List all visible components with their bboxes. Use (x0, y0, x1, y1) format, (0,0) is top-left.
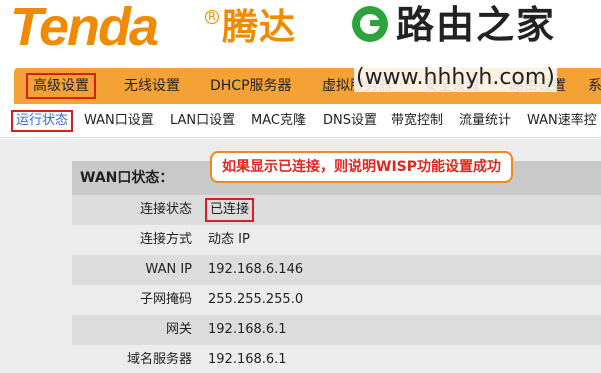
sub-nav-bandwidth-control[interactable]: 带宽控制 (391, 104, 443, 138)
tenda-logo-cn: 腾达 (222, 6, 297, 48)
row-label: WAN IP (145, 262, 192, 277)
row-value: 192.168.6.1 (208, 352, 287, 367)
row-value: 255.255.255.0 (208, 292, 304, 307)
status-row-subnet-mask: 子网掩码 255.255.255.0 (72, 285, 601, 315)
row-value: 192.168.6.146 (208, 262, 304, 277)
sub-nav-wan-rate-control[interactable]: WAN速率控 (527, 104, 597, 138)
top-nav-dhcp-server[interactable]: DHCP服务器 (210, 68, 292, 104)
watermark-title: 路由之家 (396, 3, 557, 47)
wan-status-panel: WAN口状态： 连接状态 已连接 连接方式 动态 IP WAN IP 192.1… (72, 161, 601, 373)
sub-nav-running-status[interactable]: 运行状态 (11, 110, 74, 132)
top-nav-wireless-settings[interactable]: 无线设置 (124, 68, 180, 104)
top-nav-advanced-settings[interactable]: 高级设置 (26, 73, 96, 99)
top-nav-system-tools[interactable]: 系 (588, 68, 601, 104)
status-row-wan-ip: WAN IP 192.168.6.146 (72, 255, 601, 285)
tenda-logo: Tenda (10, 0, 159, 57)
watermark-url: (www.hhhyh.com) (354, 64, 557, 92)
row-value: 动态 IP (208, 232, 250, 247)
registered-mark: R (205, 10, 219, 24)
row-label: 子网掩码 (139, 292, 192, 307)
sub-nav-wan-settings[interactable]: WAN口设置 (84, 104, 154, 138)
status-row-connection-status: 连接状态 已连接 (72, 195, 601, 225)
row-label: 网关 (165, 322, 192, 337)
status-row-dns-server: 域名服务器 192.168.6.1 (72, 345, 601, 373)
row-label: 域名服务器 (126, 352, 192, 367)
sub-nav: 运行状态 WAN口设置 LAN口设置 MAC克隆 DNS设置 带宽控制 流量统计… (0, 104, 601, 138)
watermark-logo-icon (352, 6, 388, 42)
row-label: 连接状态 (139, 202, 192, 217)
annotation-callout: 如果显示已连接，则说明WISP功能设置成功 (210, 151, 513, 183)
row-value: 已连接 (205, 198, 255, 222)
status-row-connection-type: 连接方式 动态 IP (72, 225, 601, 255)
sub-nav-mac-clone[interactable]: MAC克隆 (251, 104, 306, 138)
sub-nav-traffic-stats[interactable]: 流量统计 (459, 104, 511, 138)
sub-nav-lan-settings[interactable]: LAN口设置 (170, 104, 235, 138)
header: Tenda R 腾达 路由之家 (0, 0, 601, 62)
row-value: 192.168.6.1 (208, 322, 287, 337)
row-label: 连接方式 (139, 232, 192, 247)
sub-nav-dns-settings[interactable]: DNS设置 (323, 104, 377, 138)
status-row-gateway: 网关 192.168.6.1 (72, 315, 601, 345)
